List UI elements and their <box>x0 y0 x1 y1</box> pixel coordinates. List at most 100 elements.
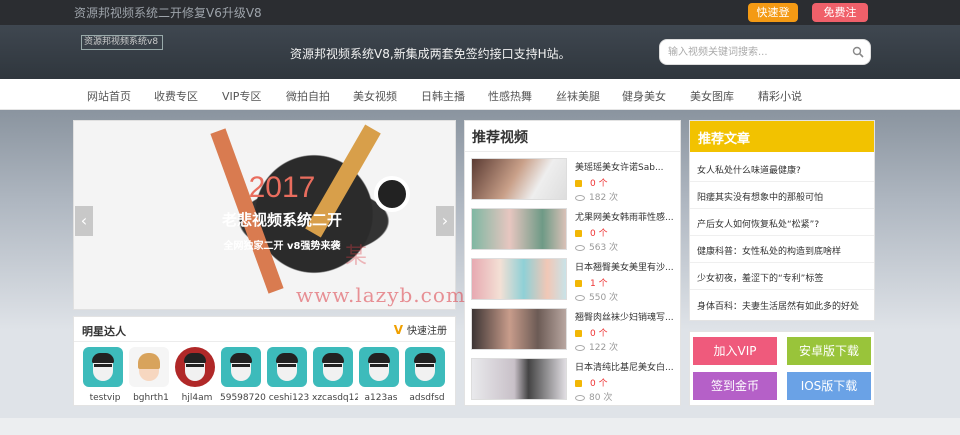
divider <box>465 151 680 152</box>
video-title[interactable]: 日本翘臀美女美里有沙... <box>575 260 675 273</box>
divider <box>690 208 874 209</box>
quick-register-link[interactable]: V 快速注册 <box>394 322 447 337</box>
site-logo[interactable]: 资源邦视频系统v8 <box>81 35 163 50</box>
banner-carousel[interactable]: 2017 老悲视频系统二开 全网独家二开 v8强势来袭 ‹ › <box>73 120 456 310</box>
banner-next-arrow-icon[interactable]: › <box>436 206 454 236</box>
divider <box>690 181 874 182</box>
ios-download-button[interactable]: IOS版下载 <box>787 372 871 400</box>
member-item[interactable]: testvip <box>82 347 124 403</box>
member-item[interactable]: xzcasdq12 <box>312 347 358 403</box>
avatar <box>175 347 215 387</box>
banner-year: 2017 <box>248 171 316 204</box>
divider <box>690 235 874 236</box>
nav-item-stockings[interactable]: 丝袜美腿 <box>556 88 600 104</box>
video-views: 80 次 <box>575 390 612 403</box>
article-link[interactable]: 健康科普：女性私处的构造到底啥样 <box>697 244 869 257</box>
video-title[interactable]: 日本清纯比基尼美女白... <box>575 360 675 373</box>
member-item[interactable]: bghrth1 <box>128 347 170 403</box>
eye-icon <box>575 194 585 201</box>
nav-item-jk-anchor[interactable]: 日韩主播 <box>421 88 465 104</box>
video-thumbnail[interactable] <box>471 358 567 400</box>
watermark-text: www.lazyb.com <box>296 283 466 307</box>
video-views-value: 182 次 <box>589 193 619 203</box>
video-views: 563 次 <box>575 240 618 253</box>
video-likes-value: 0 个 <box>590 379 608 389</box>
eye-icon <box>575 394 585 401</box>
member-name: adsdfsd <box>409 393 445 403</box>
action-buttons-panel: 加入VIP 安卓版下载 签到金币 IOS版下载 <box>689 331 875 406</box>
video-thumbnail[interactable] <box>471 208 567 250</box>
member-name: 595987202 <box>220 393 266 403</box>
star-members-panel: 明星达人 V 快速注册 testvip bghrth1 hjl4am 595987… <box>73 316 456 406</box>
video-thumbnail[interactable] <box>471 308 567 350</box>
divider <box>74 341 455 342</box>
coin-icon <box>575 280 582 287</box>
video-likes-value: 0 个 <box>590 229 608 239</box>
video-likes: 1 个 <box>575 276 608 289</box>
video-item[interactable]: 尤果网美女韩雨菲性感... 0 个 563 次 <box>471 208 676 253</box>
banner-prev-arrow-icon[interactable]: ‹ <box>75 206 93 236</box>
member-name: ceshi123 <box>268 393 310 403</box>
search-input[interactable] <box>668 40 848 64</box>
recommended-articles-panel: 推荐文章 女人私处什么味道最健康? 阳痿其实没有想象中的那般可怕 产后女人如何恢… <box>689 120 875 321</box>
star-members-title: 明星达人 <box>82 325 126 338</box>
video-thumbnail[interactable] <box>471 158 567 200</box>
article-link[interactable]: 少女初夜，羞涩下的“专利”标签 <box>697 271 869 284</box>
free-register-button[interactable]: 免费注册 <box>812 3 868 38</box>
video-title[interactable]: 尤果网美女韩雨菲性感... <box>575 210 675 223</box>
nav-item-selfie[interactable]: 微拍自拍 <box>286 88 330 104</box>
video-likes: 0 个 <box>575 176 608 189</box>
coin-icon <box>575 380 582 387</box>
video-likes: 0 个 <box>575 226 608 239</box>
member-item[interactable]: adsdfsd <box>404 347 446 403</box>
member-item[interactable]: hjl4am <box>174 347 216 403</box>
recommended-videos-title: 推荐视频 <box>472 130 528 146</box>
video-item[interactable]: 翘臀肉丝袜少妇销魂写... 0 个 122 次 <box>471 308 676 353</box>
article-link[interactable]: 身体百科：夫妻生活居然有如此多的好处 <box>697 299 869 312</box>
video-title[interactable]: 翘臀肉丝袜少妇销魂写... <box>575 310 675 323</box>
video-views-value: 122 次 <box>589 343 619 353</box>
video-title[interactable]: 美瑶瑶美女许诺Sab... <box>575 160 675 173</box>
avatar <box>129 347 169 387</box>
eye-icon <box>575 294 585 301</box>
coin-icon <box>575 180 582 187</box>
video-item[interactable]: 日本清纯比基尼美女白... 0 个 80 次 <box>471 358 676 403</box>
divider <box>690 289 874 290</box>
articles-header: 推荐文章 <box>690 121 874 152</box>
quick-login-button[interactable]: 快速登陆 <box>748 3 798 38</box>
search-icon[interactable] <box>852 46 864 58</box>
video-item[interactable]: 美瑶瑶美女许诺Sab... 0 个 182 次 <box>471 158 676 203</box>
video-views-value: 550 次 <box>589 293 619 303</box>
nav-item-vip[interactable]: VIP专区 <box>222 88 261 104</box>
article-link[interactable]: 女人私处什么味道最健康? <box>697 163 869 176</box>
member-name: testvip <box>89 393 121 403</box>
video-thumbnail[interactable] <box>471 258 567 300</box>
eye-icon <box>575 344 585 351</box>
nav-item-dance[interactable]: 性感热舞 <box>488 88 532 104</box>
member-name: hjl4am <box>181 393 213 403</box>
video-likes-value: 1 个 <box>590 279 608 289</box>
nav-item-beauty-video[interactable]: 美女视频 <box>353 88 397 104</box>
nav-item-gallery[interactable]: 美女图库 <box>690 88 734 104</box>
android-download-button[interactable]: 安卓版下载 <box>787 337 871 365</box>
nav-item-home[interactable]: 网站首页 <box>87 88 131 104</box>
join-vip-button[interactable]: 加入VIP <box>693 337 777 365</box>
article-link[interactable]: 阳痿其实没有想象中的那般可怕 <box>697 190 869 203</box>
video-likes-value: 0 个 <box>590 329 608 339</box>
nav-item-paid[interactable]: 收费专区 <box>154 88 198 104</box>
article-link[interactable]: 产后女人如何恢复私处“松紧”? <box>697 217 869 230</box>
video-item[interactable]: 日本翘臀美女美里有沙... 1 个 550 次 <box>471 258 676 303</box>
top-bar: 资源邦视频系统二开修复V6升级V8 快速登陆 免费注册 <box>0 0 960 38</box>
nav-item-fitness[interactable]: 健身美女 <box>622 88 666 104</box>
member-item[interactable]: a123as <box>358 347 400 403</box>
member-item[interactable]: 595987202 <box>220 347 266 403</box>
sign-in-coins-button[interactable]: 签到金币 <box>693 372 777 400</box>
video-likes: 0 个 <box>575 326 608 339</box>
coin-icon <box>575 330 582 337</box>
nav-item-novels[interactable]: 精彩小说 <box>758 88 802 104</box>
avatar <box>83 347 123 387</box>
member-item[interactable]: ceshi123 <box>266 347 309 403</box>
avatar <box>221 347 261 387</box>
video-likes: 0 个 <box>575 376 608 389</box>
member-name: bghrth1 <box>133 393 169 403</box>
